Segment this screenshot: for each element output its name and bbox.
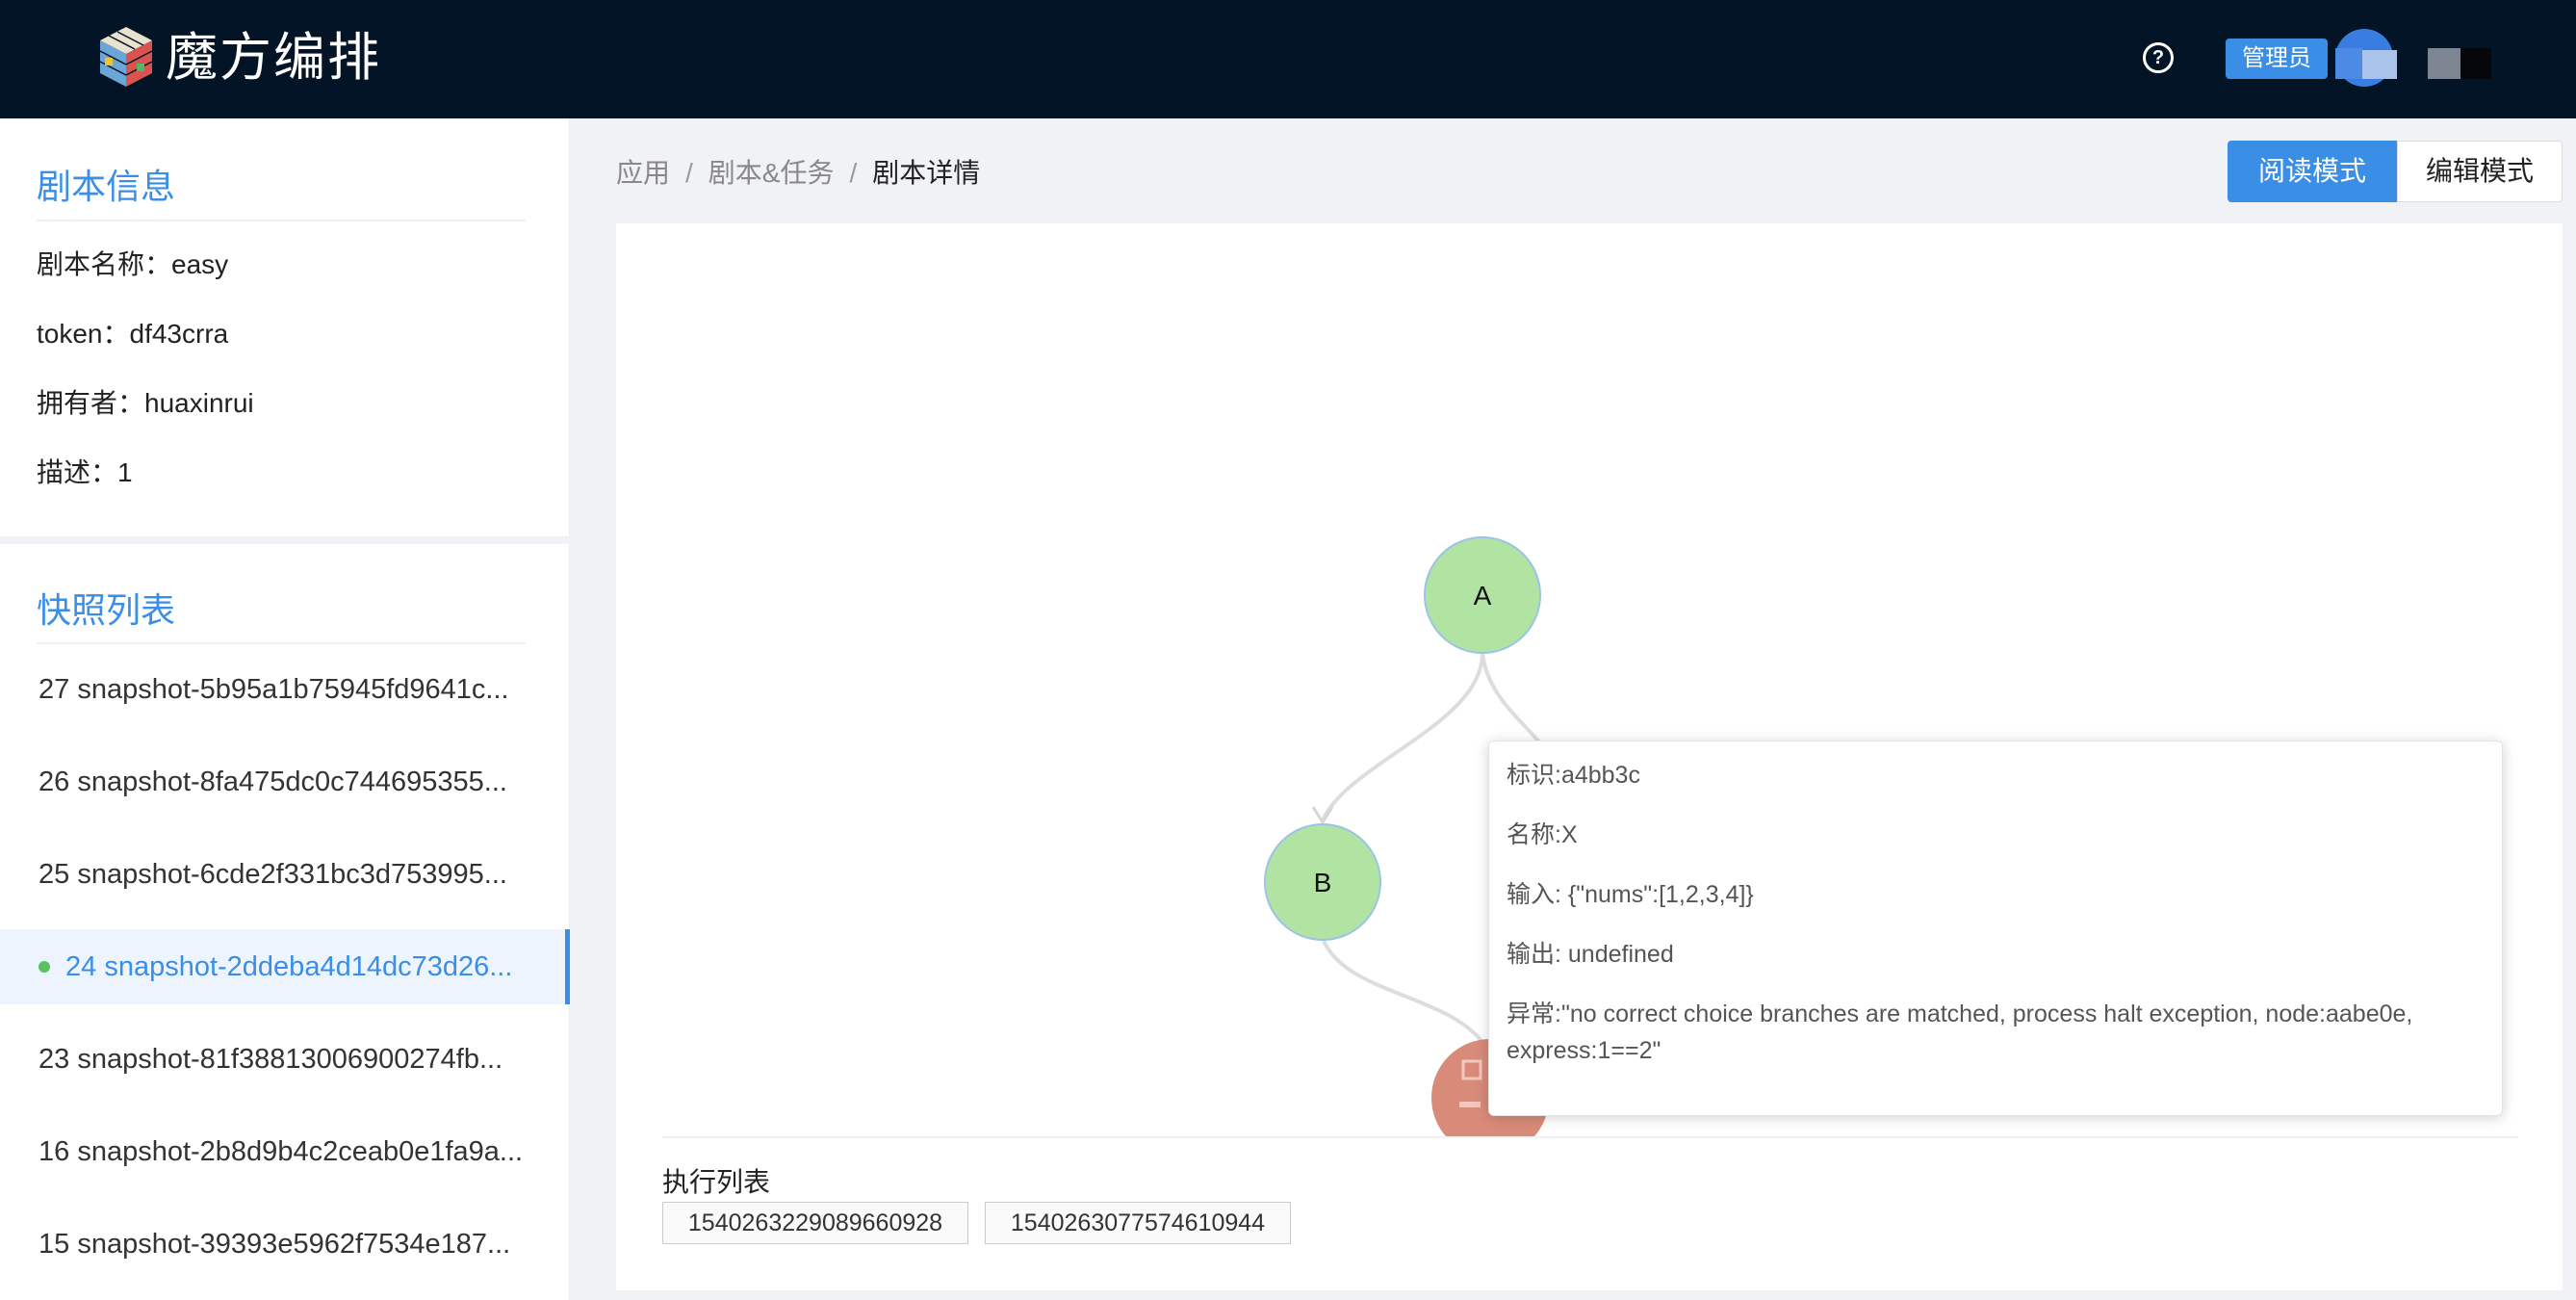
flow-canvas-panel: A B 标识:a4bb3c 名称:X 输入: {"nums":[1,2,3,4]…: [616, 223, 2563, 1290]
graph-edge: [1481, 652, 1542, 745]
execution-tag[interactable]: 1540263229089660928: [662, 1202, 968, 1244]
breadcrumb-item-app[interactable]: 应用: [616, 158, 670, 188]
arrow-head-icon: [1311, 806, 1334, 825]
section-separator: [0, 536, 570, 544]
script-name-line: 剧本名称：easy: [37, 249, 229, 279]
avatar[interactable]: [2326, 29, 2403, 89]
snapshot-item[interactable]: 23 snapshot-81f38813006900274fb...: [0, 1022, 570, 1097]
script-owner-line: 拥有者：huaxinrui: [37, 388, 254, 418]
snapshot-item[interactable]: 25 snapshot-6cde2f331bc3d753995...: [0, 837, 570, 912]
breadcrumb-separator: /: [685, 158, 693, 188]
graph-edge: [1322, 940, 1484, 1044]
edit-mode-button[interactable]: 编辑模式: [2397, 141, 2563, 202]
breadcrumb-separator: /: [849, 158, 858, 188]
divider: [662, 1136, 2518, 1138]
tooltip-name: 名称:X: [1507, 821, 1578, 848]
breadcrumb-item-scripts-tasks[interactable]: 剧本&任务: [708, 158, 835, 188]
script-info-title: 剧本信息: [37, 167, 176, 206]
snapshot-item[interactable]: 16 snapshot-2b8d9b4c2ceab0e1fa9a...: [0, 1114, 570, 1189]
tooltip-error-line-1: 异常:"no correct choice branches are match…: [1507, 1001, 2413, 1027]
tooltip-error: 异常:"no correct choice branches are match…: [1507, 996, 2485, 1069]
help-icon[interactable]: ?: [2143, 42, 2174, 73]
breadcrumb-item-current: 剧本详情: [872, 158, 981, 188]
script-token-line: token：df43crra: [37, 319, 229, 349]
snapshot-list-title: 快照列表: [37, 590, 176, 630]
snapshot-item[interactable]: 26 snapshot-8fa475dc0c744695355...: [0, 744, 570, 819]
snapshot-item[interactable]: 15 snapshot-39393e5962f7534e187...: [0, 1207, 570, 1282]
tooltip-input: 输入: {"nums":[1,2,3,4]}: [1507, 881, 1754, 908]
read-mode-button[interactable]: 阅读模式: [2228, 141, 2397, 202]
snapshot-item-label: 24 snapshot-2ddeba4d14dc73d26...: [65, 951, 513, 982]
node-label: A: [1474, 581, 1492, 611]
role-badge: 管理员: [2226, 39, 2328, 79]
divider: [37, 220, 526, 221]
snapshot-item[interactable]: 27 snapshot-5b95a1b75945fd9641c...: [0, 652, 570, 727]
top-nav-bar: 魔方编排 ? 管理员: [0, 0, 2576, 118]
node-detail-tooltip: 标识:a4bb3c 名称:X 输入: {"nums":[1,2,3,4]} 输出…: [1488, 741, 2503, 1116]
tooltip-id: 标识:a4bb3c: [1507, 762, 1640, 789]
execution-tag[interactable]: 1540263077574610944: [985, 1202, 1291, 1244]
tooltip-error-line-2: express:1==2": [1507, 1037, 1662, 1064]
sidebar: 剧本信息 剧本名称：easy token：df43crra 拥有者：huaxin…: [0, 118, 570, 1300]
graph-node-a[interactable]: A: [1424, 536, 1541, 654]
graph-node-b[interactable]: B: [1264, 823, 1381, 941]
execution-list-title: 执行列表: [662, 1167, 771, 1197]
tooltip-output: 输出: undefined: [1507, 941, 1674, 968]
snapshot-item-active[interactable]: 24 snapshot-2ddeba4d14dc73d26...: [0, 929, 570, 1004]
divider: [37, 642, 526, 644]
graph-edge: [1321, 652, 1484, 821]
breadcrumb: 应用 / 剧本&任务 / 剧本详情: [616, 152, 980, 191]
active-status-dot: [39, 961, 50, 973]
user-name-redacted[interactable]: [2428, 46, 2495, 81]
rubiks-cube-logo-icon: [99, 27, 153, 87]
node-label: B: [1314, 868, 1332, 897]
script-description-line: 描述：1: [37, 457, 133, 487]
app-title: 魔方编排: [166, 27, 381, 88]
